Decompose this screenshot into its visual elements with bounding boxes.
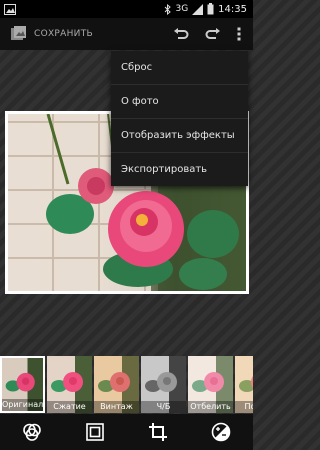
menu-item-export[interactable]: Экспортировать xyxy=(111,153,248,186)
exposure-icon xyxy=(211,422,231,442)
bottom-toolbar xyxy=(0,414,253,450)
save-button[interactable]: СОХРАНИТЬ xyxy=(0,18,93,50)
image-icon xyxy=(4,3,44,15)
filter-thumb-original[interactable]: Оригинал xyxy=(0,356,45,413)
menu-item-reset[interactable]: Сброс xyxy=(111,51,248,85)
exposure-button[interactable] xyxy=(201,414,241,450)
more-vert-icon[interactable] xyxy=(237,27,241,41)
filters-button[interactable] xyxy=(12,414,52,450)
battery-icon xyxy=(207,3,214,15)
menu-item-show-effects[interactable]: Отобразить эффекты xyxy=(111,119,248,153)
overflow-menu: Сброс О фото Отобразить эффекты Экспорти… xyxy=(111,51,248,186)
filter-thumb-bleach[interactable]: Отбелить xyxy=(188,356,233,413)
frame-button[interactable] xyxy=(75,414,115,450)
filter-thumb-vintage[interactable]: Винтаж xyxy=(94,356,139,413)
filter-label: Поляр xyxy=(235,401,253,413)
filter-label: Оригинал xyxy=(2,399,44,411)
filter-label: Сжатие xyxy=(47,401,92,413)
undo-icon[interactable] xyxy=(173,27,189,41)
crop-button[interactable] xyxy=(138,414,178,450)
filter-thumb-compress[interactable]: Сжатие xyxy=(47,356,92,413)
filters-icon xyxy=(22,422,42,442)
status-time: 14:35 xyxy=(218,3,247,15)
save-label: СОХРАНИТЬ xyxy=(34,29,93,39)
network-type: 3G xyxy=(175,4,189,14)
redo-icon[interactable] xyxy=(205,27,221,41)
filter-thumb-polar[interactable]: Поляр xyxy=(235,356,253,413)
filter-thumb-bw[interactable]: Ч/Б xyxy=(141,356,186,413)
signal-icon xyxy=(192,3,204,15)
save-image-icon xyxy=(10,25,28,43)
filter-label: Винтаж xyxy=(94,401,139,413)
crop-icon xyxy=(148,422,168,442)
action-bar: СОХРАНИТЬ xyxy=(0,18,253,50)
filter-label: Отбелить xyxy=(188,401,233,413)
frame-icon xyxy=(86,423,104,441)
filter-label: Ч/Б xyxy=(141,401,186,413)
status-bar: 3G 14:35 xyxy=(0,0,253,18)
filter-filmstrip: Оригинал Сжатие Винтаж Ч/Б Отбелить П xyxy=(0,356,253,413)
menu-item-about-photo[interactable]: О фото xyxy=(111,85,248,119)
bluetooth-icon xyxy=(164,3,172,15)
